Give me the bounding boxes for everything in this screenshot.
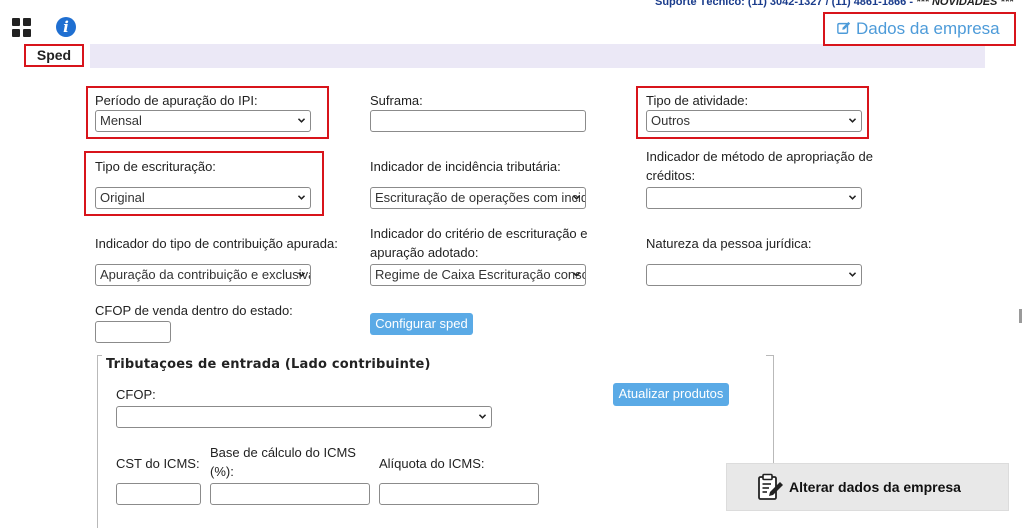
tipo-contribuicao-select[interactable]: Apuração da contribuição e exclusiva [95,264,311,286]
chevron-down-icon [298,195,305,200]
tipo-contribuicao-value: Apuração da contribuição e exclusiva [100,267,311,282]
cfop-venda-label: CFOP de venda dentro do estado: [95,303,293,318]
metodo-apropriacao-label-2: créditos: [646,168,696,183]
company-data-label: Dados da empresa [856,19,1000,38]
chevron-down-icon [849,272,856,277]
tab-sped[interactable]: Sped [24,44,84,67]
natureza-pessoa-label: Natureza da pessoa jurídica: [646,236,812,251]
chevron-down-icon [849,195,856,200]
criterio-escrituracao-label-1: Indicador do critério de escrituração e [370,226,588,241]
base-calculo-label-1: Base de cálculo do ICMS [210,445,356,460]
tipo-contribuicao-label: Indicador do tipo de contribuição apurad… [95,236,338,251]
atualizar-produtos-button[interactable]: Atualizar produtos [613,383,729,406]
tipo-atividade-value: Outros [651,113,691,128]
natureza-pessoa-select[interactable] [646,264,862,286]
chevron-down-icon [479,414,486,419]
suframa-input[interactable] [370,110,586,132]
entrada-fieldset-title: Tributaçoes de entrada (Lado contribuint… [106,357,431,372]
chevron-down-icon [298,118,305,123]
incidencia-value: Escrituração de operações com incidência [375,190,586,205]
edit-document-icon [758,473,783,500]
chevron-down-icon [298,272,305,277]
fieldset-left-border [97,355,98,528]
criterio-escrituracao-label-2: apuração adotado: [370,245,479,260]
alterar-dados-empresa-button[interactable]: Alterar dados da empresa [726,463,1009,511]
tab-bar-band [90,44,985,68]
cst-icms-label: CST do ICMS: [116,456,200,471]
company-data-link[interactable]: Dados da empresa [823,12,1016,46]
cst-icms-input[interactable] [116,483,201,505]
chevron-down-icon [849,118,856,123]
entrada-cfop-select[interactable] [116,406,492,428]
periodo-ipi-select[interactable]: Mensal [95,110,311,132]
base-calculo-label-2: (%): [210,464,234,479]
aliquota-icms-label: Alíquota do ICMS: [379,456,485,471]
incidencia-label: Indicador de incidência tributária: [370,159,561,174]
configurar-sped-button[interactable]: Configurar sped [370,313,473,335]
aliquota-icms-input[interactable] [379,483,539,505]
tipo-atividade-select[interactable]: Outros [646,110,862,132]
chevron-down-icon [573,195,580,200]
fieldset-right-border [773,355,774,463]
alterar-dados-empresa-label: Alterar dados da empresa [789,479,961,495]
metodo-apropriacao-label-1: Indicador de método de apropriação de [646,149,873,164]
novidades-link[interactable]: *** NOVIDADES *** [916,0,1013,8]
tipo-atividade-label: Tipo de atividade: [646,93,749,108]
chevron-down-icon [573,272,580,277]
criterio-escrituracao-value: Regime de Caixa Escrituração consolidada [375,267,586,282]
support-phone-text: Suporte Técnico: (11) 3042-1327 / (11) 4… [655,0,917,8]
scrollbar-thumb[interactable] [1019,309,1022,323]
incidencia-select[interactable]: Escrituração de operações com incidência [370,187,586,209]
apps-grid-icon[interactable] [12,18,32,38]
base-calculo-input[interactable] [210,483,370,505]
support-info: Suporte Técnico: (11) 3042-1327 / (11) 4… [655,0,1013,8]
suframa-label: Suframa: [370,93,423,108]
tipo-escrituracao-select[interactable]: Original [95,187,311,209]
info-icon[interactable]: i [56,17,76,37]
fieldset-top-left-border [97,355,102,356]
periodo-ipi-value: Mensal [100,113,142,128]
edit-icon [837,21,851,34]
tipo-escrituracao-label: Tipo de escrituração: [95,159,216,174]
criterio-escrituracao-select[interactable]: Regime de Caixa Escrituração consolidada [370,264,586,286]
tipo-escrituracao-value: Original [100,190,145,205]
periodo-ipi-label: Período de apuração do IPI: [95,93,258,108]
metodo-apropriacao-select[interactable] [646,187,862,209]
entrada-cfop-label: CFOP: [116,387,156,402]
cfop-venda-input[interactable] [95,321,171,343]
